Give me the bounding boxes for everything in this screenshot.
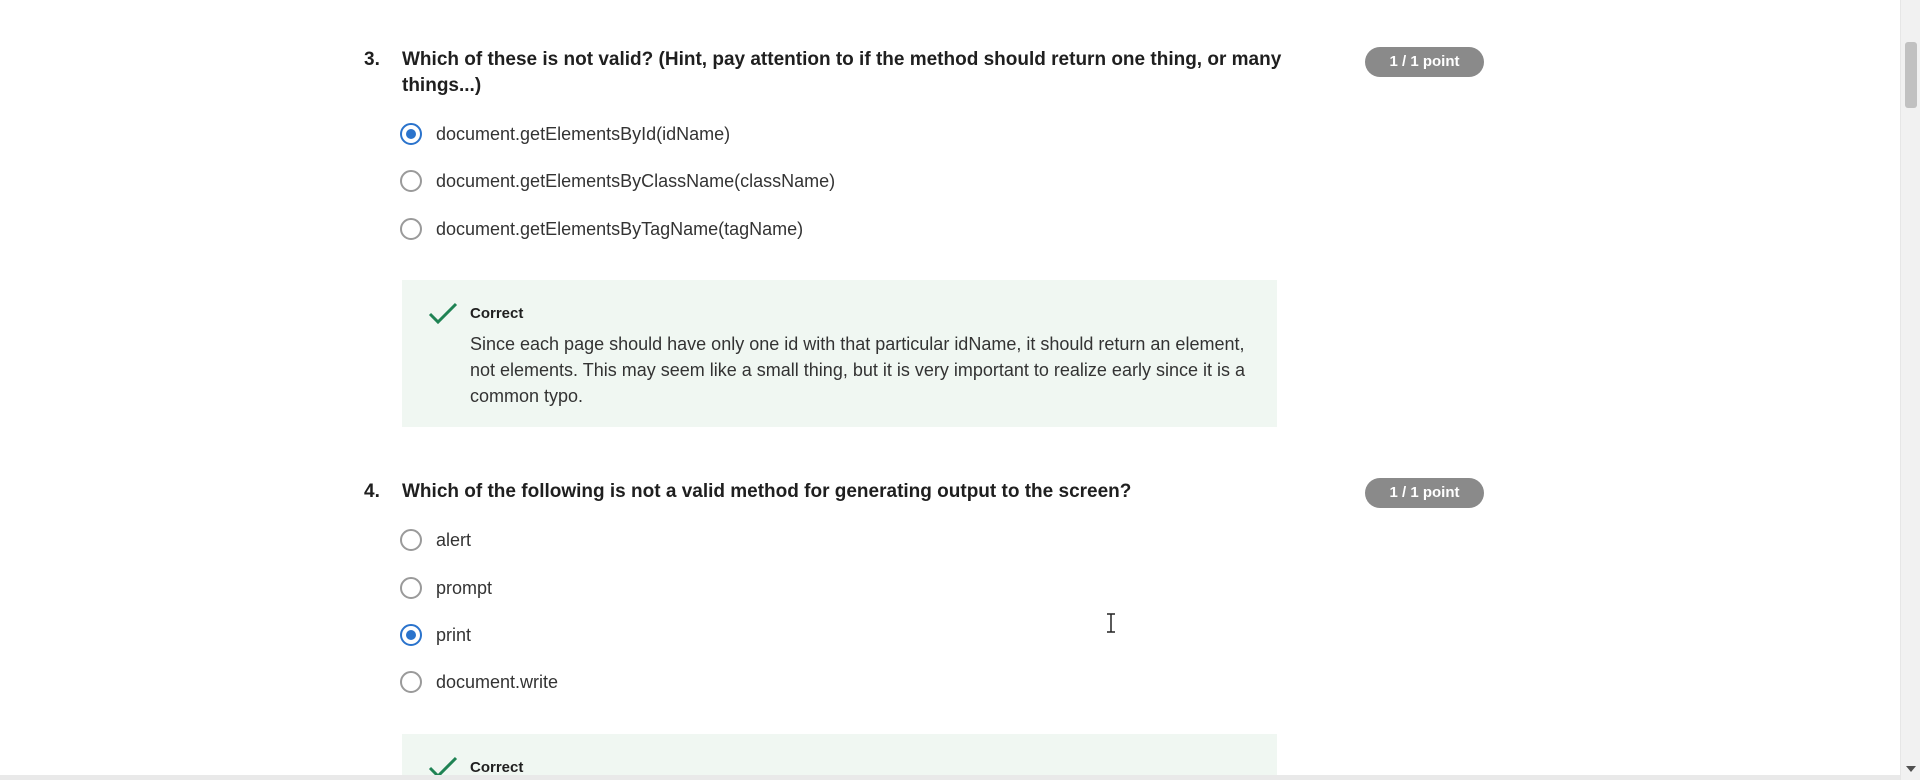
feedback-box: Correct xyxy=(402,734,1277,780)
question-number: 4. xyxy=(364,481,380,502)
option-label: document.getElementsById(idName) xyxy=(436,123,731,144)
option-prompt[interactable]: prompt xyxy=(400,573,492,603)
radio-button[interactable] xyxy=(400,671,422,693)
quiz-page: 3. Which of these is not valid? (Hint, p… xyxy=(0,0,1920,780)
feedback-title: Correct xyxy=(470,305,524,322)
option-print[interactable]: print xyxy=(400,620,471,650)
radio-button-selected[interactable] xyxy=(400,624,422,646)
radio-button[interactable] xyxy=(400,170,422,192)
option-document-write[interactable]: document.write xyxy=(400,667,558,697)
option-label: document.getElementsByClassName(classNam… xyxy=(436,170,836,191)
radio-button[interactable] xyxy=(400,529,422,551)
points-badge: 1 / 1 point xyxy=(1365,478,1484,508)
feedback-title: Correct xyxy=(470,759,524,776)
text-cursor-icon xyxy=(1107,613,1115,633)
feedback-text: Since each page should have only one id … xyxy=(470,334,1245,406)
question-text: Which of the following is not a valid me… xyxy=(402,481,1132,502)
radio-button-selected[interactable] xyxy=(400,123,422,145)
option-alert[interactable]: alert xyxy=(400,525,471,555)
vertical-scrollbar[interactable] xyxy=(1900,0,1920,780)
feedback-box: Correct Since each page should have only… xyxy=(402,280,1277,427)
horizontal-scrollbar[interactable] xyxy=(0,775,1900,780)
option-get-elements-by-class-name[interactable]: document.getElementsByClassName(classNam… xyxy=(400,166,835,196)
option-label: print xyxy=(436,624,472,645)
points-badge: 1 / 1 point xyxy=(1365,47,1484,77)
option-label: alert xyxy=(436,529,472,550)
question-text: Which of these is not valid? (Hint, pay … xyxy=(402,49,1282,96)
scroll-down-arrow-icon[interactable] xyxy=(1906,766,1916,772)
radio-button[interactable] xyxy=(400,218,422,240)
option-label: document.write xyxy=(436,671,559,692)
option-get-elements-by-id[interactable]: document.getElementsById(idName) xyxy=(400,119,730,149)
option-label: prompt xyxy=(436,577,493,598)
option-get-elements-by-tag-name[interactable]: document.getElementsByTagName(tagName) xyxy=(400,214,803,244)
question-number: 3. xyxy=(364,49,380,70)
scrollbar-thumb[interactable] xyxy=(1905,42,1917,108)
check-icon xyxy=(428,302,458,325)
option-label: document.getElementsByTagName(tagName) xyxy=(436,218,804,239)
radio-button[interactable] xyxy=(400,577,422,599)
